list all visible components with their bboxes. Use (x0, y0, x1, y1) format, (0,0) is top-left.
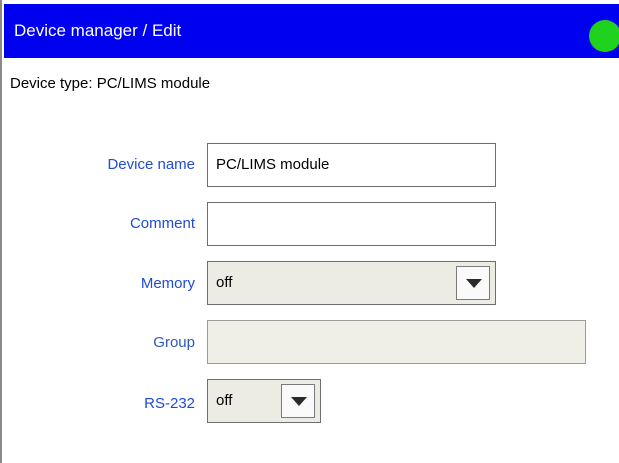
window-title: Device manager / Edit (14, 21, 182, 40)
chevron-down-icon (466, 279, 482, 288)
comment-label: Comment (129, 215, 195, 232)
comment-input[interactable] (207, 202, 496, 246)
rs232-label: RS-232 (144, 395, 195, 412)
status-indicator-icon (589, 20, 619, 52)
device-edit-window: Device manager / Edit Device type: PC/LI… (0, 0, 619, 463)
memory-dropdown-button[interactable] (456, 266, 490, 300)
rs232-dropdown-button[interactable] (281, 384, 315, 418)
device-name-input[interactable]: PC/LIMS module (207, 143, 496, 187)
memory-select[interactable]: off (207, 261, 496, 305)
device-name-label: Device name (107, 156, 195, 173)
group-input (207, 320, 586, 364)
memory-label: Memory (140, 275, 195, 292)
rs232-select[interactable]: off (207, 379, 321, 423)
rs232-select-value: off (216, 392, 233, 409)
group-label: Group (153, 334, 195, 351)
device-type-text: Device type: PC/LIMS module (10, 75, 211, 92)
title-bar: Device manager / Edit (4, 4, 619, 58)
chevron-down-icon (291, 397, 307, 406)
memory-select-value: off (216, 274, 233, 291)
